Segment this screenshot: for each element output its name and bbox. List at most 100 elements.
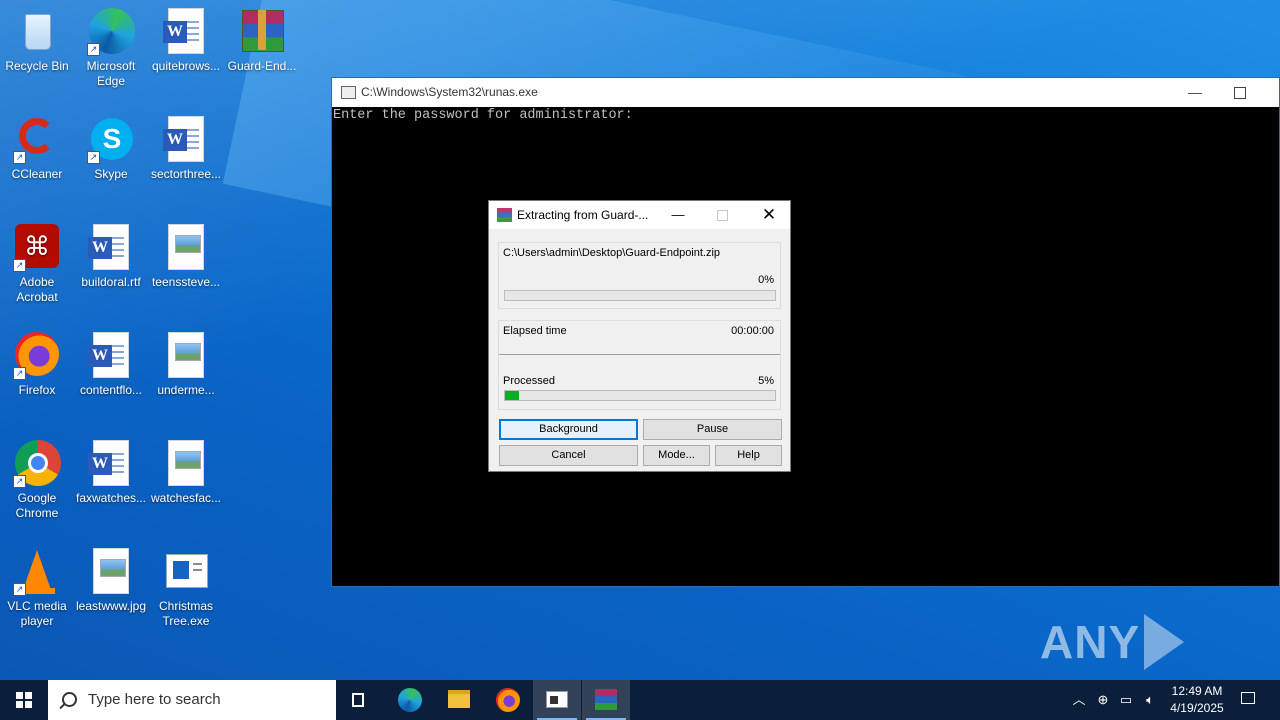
folder-icon	[448, 690, 470, 708]
edge-icon	[398, 688, 422, 712]
shortcut-arrow-icon: ↗	[13, 367, 26, 380]
elapsed-time-label: Elapsed time	[503, 325, 567, 337]
show-hidden-icons-button[interactable]: ︿	[1070, 680, 1088, 720]
icon-label: Christmas Tree.exe	[158, 599, 213, 628]
notifications-button[interactable]	[1236, 680, 1260, 720]
chrome-icon: ↗	[13, 440, 61, 488]
icon-label: watchesfac...	[150, 491, 222, 505]
desktop-icon-quitebrows[interactable]: W quitebrows...	[150, 8, 222, 74]
desktop-icon-microsoft-edge[interactable]: ↗ Microsoft Edge	[75, 8, 147, 89]
tray-icon[interactable]: ⊕	[1094, 680, 1112, 720]
desktop-icon-christmas-tree[interactable]: Christmas Tree.exe	[150, 548, 222, 629]
processed-percent: 5%	[758, 375, 774, 387]
desktop-icon-buildoral[interactable]: W buildoral.rtf	[75, 224, 147, 290]
winrar-icon	[595, 689, 617, 710]
winrar-extract-dialog[interactable]: Extracting from Guard-... — ✕ C:\Users\a…	[488, 200, 791, 472]
icon-label: contentflo...	[79, 383, 143, 397]
desktop-icon-vlc[interactable]: ↗ VLC media player	[1, 548, 73, 629]
desktop-icon-teenssteve[interactable]: teenssteve...	[150, 224, 222, 290]
desktop-icon-ccleaner[interactable]: ↗ CCleaner	[1, 116, 73, 182]
winrar-archive-icon	[238, 8, 286, 56]
adobe-acrobat-icon: ⌘ ↗	[13, 224, 61, 272]
desktop-icon-adobe-acrobat[interactable]: ⌘ ↗ Adobe Acrobat	[1, 224, 73, 305]
desktop-icon-leastwww[interactable]: leastwww.jpg	[75, 548, 147, 614]
cancel-button[interactable]: Cancel	[499, 445, 638, 466]
icon-label: quitebrows...	[151, 59, 221, 73]
desktop-icon-recycle-bin[interactable]: Recycle Bin	[1, 8, 73, 74]
shortcut-arrow-icon: ↗	[13, 475, 26, 488]
desktop-icon-firefox[interactable]: ↗ Firefox	[1, 332, 73, 398]
minimize-button[interactable]: —	[1187, 78, 1203, 107]
firefox-icon: ↗	[13, 332, 61, 380]
icon-label: Google Chrome	[15, 491, 59, 520]
desktop-icon-skype[interactable]: S ↗ Skype	[75, 116, 147, 182]
image-file-icon	[162, 224, 210, 272]
close-button[interactable]: ✕	[759, 201, 779, 229]
desktop-icon-underme[interactable]: underme...	[150, 332, 222, 398]
divider	[499, 354, 780, 355]
dialog-title-bar[interactable]: Extracting from Guard-... — ✕	[489, 201, 790, 229]
desktop-icon-guard-endpoint[interactable]: Guard-End...	[226, 8, 298, 74]
background-button[interactable]: Background	[499, 419, 638, 440]
icon-label: Microsoft Edge	[86, 59, 136, 88]
task-view-button[interactable]	[336, 680, 384, 720]
processed-progress-bar	[504, 390, 776, 401]
desktop-icon-faxwatches[interactable]: W faxwatches...	[75, 440, 147, 506]
icon-label: Guard-End...	[227, 59, 297, 73]
search-placeholder: Type here to search	[88, 691, 221, 708]
console-title-bar[interactable]: C:\Windows\System32\runas.exe —	[332, 78, 1279, 107]
desktop: Recycle Bin ↗ CCleaner ⌘ ↗ Adobe Acrobat…	[0, 0, 1280, 680]
taskbar-file-explorer[interactable]	[435, 680, 483, 720]
start-button[interactable]	[0, 680, 48, 720]
desktop-icon-contentflo[interactable]: W contentflo...	[75, 332, 147, 398]
desktop-icon-sectorthree[interactable]: W sectorthree...	[150, 116, 222, 182]
icon-label: Recycle Bin	[5, 59, 69, 73]
runas-console-window[interactable]: C:\Windows\System32\runas.exe — Enter th…	[331, 77, 1280, 587]
processed-progress-fill	[505, 391, 519, 400]
notification-icon	[1241, 692, 1255, 704]
watermark-left: ANY	[1040, 616, 1141, 668]
taskbar-search-box[interactable]: Type here to search	[48, 680, 336, 720]
taskbar-winrar[interactable]	[582, 680, 630, 720]
word-document-icon: W	[87, 440, 135, 488]
icon-label: faxwatches...	[75, 491, 147, 505]
maximize-button[interactable]	[1234, 87, 1246, 99]
taskbar-firefox[interactable]	[484, 680, 532, 720]
icon-label: CCleaner	[11, 167, 63, 181]
console-app-icon	[341, 86, 356, 99]
desktop-icon-google-chrome[interactable]: ↗ Google Chrome	[1, 440, 73, 521]
console-output[interactable]: Enter the password for administrator:	[332, 107, 1279, 123]
taskbar-edge[interactable]	[386, 680, 434, 720]
people-icon: ⊕	[1097, 692, 1109, 707]
taskbar-console[interactable]	[533, 680, 581, 720]
elapsed-time-value: 00:00:00	[731, 325, 774, 337]
shortcut-arrow-icon: ↗	[87, 151, 100, 164]
icon-label: Skype	[94, 167, 128, 181]
recycle-bin-icon	[13, 8, 61, 56]
application-window-icon	[162, 548, 210, 596]
volume-button[interactable]: 🔈︎	[1140, 680, 1160, 720]
shortcut-arrow-icon: ↗	[13, 583, 26, 596]
shortcut-arrow-icon: ↗	[87, 43, 100, 56]
maximize-button	[717, 210, 728, 221]
desktop-icon-watchesfac[interactable]: watchesfac...	[150, 440, 222, 506]
archive-path: C:\Users\admin\Desktop\Guard-Endpoint.zi…	[503, 247, 721, 259]
speaker-icon: 🔈︎	[1146, 692, 1154, 707]
image-file-icon	[162, 332, 210, 380]
watermark-right: RUN	[1040, 671, 1143, 680]
word-document-icon: W	[162, 8, 210, 56]
network-button[interactable]: ▭	[1117, 680, 1135, 720]
icon-label: buildoral.rtf	[81, 275, 141, 289]
search-icon	[62, 692, 77, 707]
firefox-icon	[496, 688, 520, 712]
word-document-icon: W	[87, 332, 135, 380]
taskbar-clock[interactable]: 12:49 AM 4/19/2025	[1162, 683, 1232, 717]
mode-button[interactable]: Mode...	[643, 445, 710, 466]
help-button[interactable]: Help	[715, 445, 782, 466]
icon-label: teenssteve...	[151, 275, 221, 289]
file-percent: 0%	[758, 274, 774, 286]
image-file-icon	[162, 440, 210, 488]
pause-button[interactable]: Pause	[643, 419, 782, 440]
processed-label: Processed	[503, 375, 555, 387]
minimize-button[interactable]: —	[671, 201, 685, 229]
